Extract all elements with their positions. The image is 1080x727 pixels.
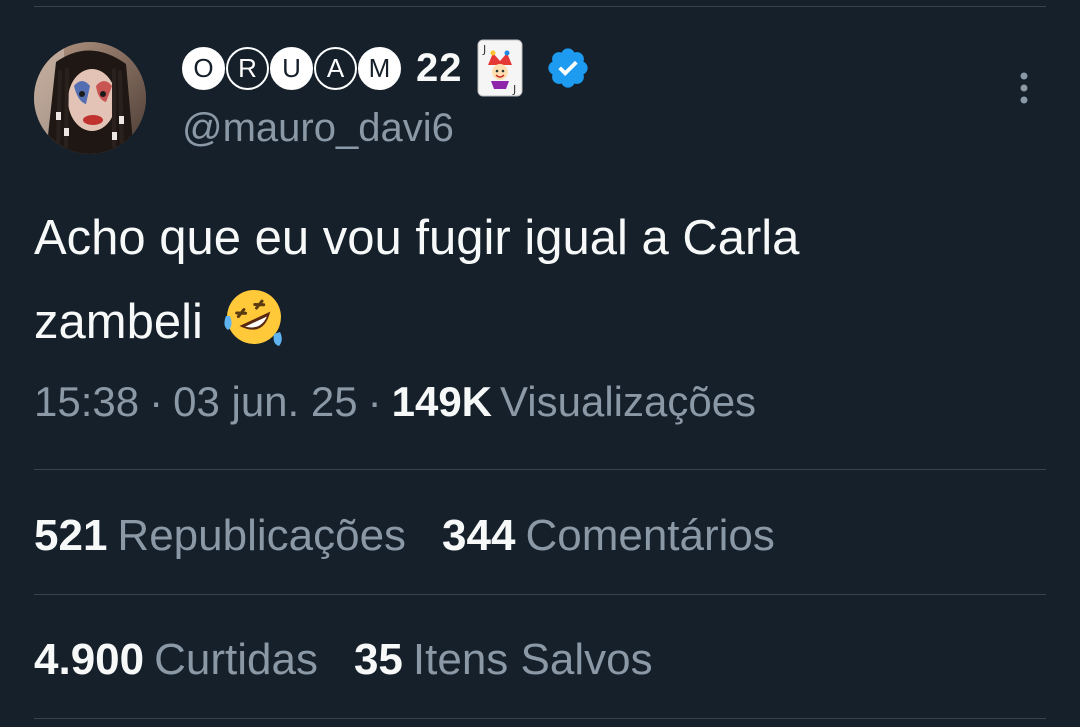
name-letter-r: R (226, 46, 269, 90)
tweet-text-line-2: zambeli (34, 280, 1044, 364)
rolling-on-floor-laughing-emoji (224, 290, 283, 346)
comments-count: 344 (442, 511, 516, 560)
verified-badge-icon (547, 48, 588, 88)
meta-separator: · (367, 378, 382, 425)
tweet-text-line-1: Acho que eu vou fugir igual a Carla (34, 211, 800, 265)
tweet-time[interactable]: 15:38 (34, 378, 139, 425)
divider (34, 469, 1046, 470)
reposts-label: Republicações (117, 511, 407, 560)
name-letter-o: O (182, 46, 225, 90)
stats-row-engagement: 521 Republicações 344 Comentários (34, 506, 811, 566)
svg-text:J: J (512, 83, 516, 96)
comments-stat[interactable]: 344 Comentários (442, 506, 775, 566)
name-suffix: 22 (416, 45, 463, 90)
likes-count: 4.900 (34, 635, 145, 684)
likes-label: Curtidas (154, 635, 318, 684)
svg-text:J: J (482, 43, 486, 56)
views-stat[interactable]: 149K Visualizações (392, 378, 756, 425)
tweet-meta: 15:38 · 03 jun. 25 · 149K Visualizações (34, 372, 756, 432)
top-divider (34, 6, 1046, 7)
saves-count: 35 (353, 635, 403, 684)
tweet-text-line-2-text: zambeli (34, 295, 203, 349)
avatar-image (34, 42, 146, 154)
tweet-text: Acho que eu vou fugir igual a Carla zamb… (34, 196, 1044, 364)
likes-stat[interactable]: 4.900 Curtidas (34, 630, 318, 690)
name-letter-a: A (314, 46, 357, 90)
joker-card-icon: J J (477, 39, 522, 97)
reposts-count: 521 (34, 511, 108, 560)
divider (34, 718, 1046, 719)
name-letter-u: U (270, 46, 313, 90)
stats-row-likes: 4.900 Curtidas 35 Itens Salvos (34, 630, 689, 690)
comments-label: Comentários (525, 511, 775, 560)
display-name[interactable]: O R U A M 22 J J (182, 39, 591, 97)
avatar[interactable] (34, 42, 146, 154)
views-label: Visualizações (500, 378, 757, 425)
views-count: 149K (391, 378, 493, 425)
more-options-button[interactable] (1008, 66, 1040, 110)
reposts-stat[interactable]: 521 Republicações (34, 506, 406, 566)
saves-stat[interactable]: 35 Itens Salvos (354, 630, 653, 690)
saves-label: Itens Salvos (412, 635, 653, 684)
divider (34, 594, 1046, 595)
tweet-detail-view: O R U A M 22 J J @mauro_davi6 Acho que e… (0, 0, 1080, 727)
tweet-date[interactable]: 03 jun. 25 (173, 378, 358, 425)
name-letter-m: M (358, 46, 401, 90)
user-handle[interactable]: @mauro_davi6 (182, 104, 454, 152)
more-options-icon (1020, 72, 1028, 104)
meta-separator: · (149, 378, 164, 425)
